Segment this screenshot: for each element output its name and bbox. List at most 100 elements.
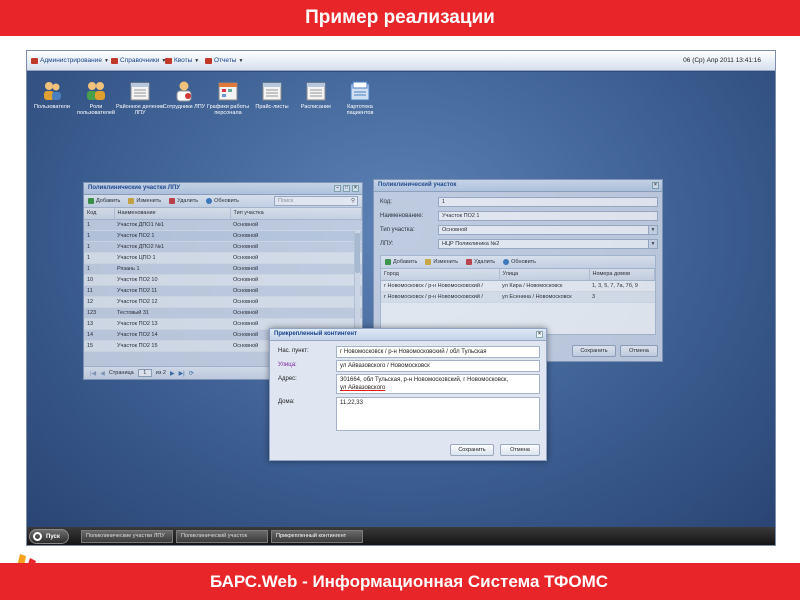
list-window-titlebar[interactable]: Поликлинические участки ЛПУ – □ × <box>84 183 362 195</box>
delete-button[interactable]: Удалить <box>169 198 198 204</box>
desktop-icon-timetable[interactable]: Расписание <box>291 80 341 110</box>
reload-icon[interactable]: ⟳ <box>189 370 194 377</box>
start-button[interactable]: Пуск <box>29 529 69 544</box>
type-value: Основной <box>442 227 468 233</box>
prev-page-icon[interactable]: ◀ <box>100 370 105 377</box>
column-header-name[interactable]: Наименование <box>114 208 231 220</box>
close-icon[interactable]: × <box>352 185 359 192</box>
desktop-icon-roles[interactable]: Роли пользователей <box>71 80 121 116</box>
type-combo[interactable]: Основной ▼ <box>438 225 658 235</box>
refresh-button-label: Обновить <box>511 259 537 265</box>
desktop-icon-label: Районное деление ЛПУ <box>116 104 164 116</box>
menu-quotas[interactable]: Квоты ▼ <box>165 57 199 64</box>
locality-field[interactable]: г Новомосковск / р-н Новомосковский / об… <box>336 346 540 358</box>
last-page-icon[interactable]: ▶| <box>179 370 185 377</box>
page-number-input[interactable]: 1 <box>137 369 152 377</box>
scrollbar-thumb[interactable] <box>355 233 360 273</box>
cell-street: ул Есенина / Новомосковск <box>499 291 589 303</box>
close-icon[interactable]: × <box>652 182 659 189</box>
menu-administration[interactable]: Администрирование ▼ <box>31 57 109 64</box>
desktop-icon-patient-cards[interactable]: Картотека пациентов <box>335 80 385 116</box>
delete-button[interactable]: Удалить <box>466 259 495 265</box>
cancel-button[interactable]: Отмена <box>500 444 540 456</box>
save-button[interactable]: Сохранить <box>572 345 616 357</box>
table-row[interactable]: 11 Участок ПО2 11 Основной <box>84 285 362 297</box>
address-field[interactable]: 301664, обл Тульская, р-н Новомосковский… <box>336 374 540 394</box>
dialog-titlebar[interactable]: Прикрепленный контингент × <box>270 329 546 341</box>
slide-title: Пример реализации <box>0 0 800 36</box>
table-row[interactable]: 1 Участок ЦПО 1 Основной <box>84 252 362 264</box>
refresh-button-label: Обновить <box>214 198 240 204</box>
list-toolbar: Добавить Изменить Удалить Обновить Поиск… <box>84 195 362 208</box>
cell-code: 12 <box>84 296 114 308</box>
add-button[interactable]: Добавить <box>385 259 417 265</box>
delete-button-label: Удалить <box>177 198 199 204</box>
column-header-type[interactable]: Тип участка <box>230 208 362 220</box>
menu-reports[interactable]: Отчеты ▼ <box>205 57 243 64</box>
chevron-down-icon[interactable]: ▼ <box>648 240 657 248</box>
delete-icon <box>466 259 473 265</box>
code-field[interactable]: 1 <box>438 197 658 207</box>
desktop-icon-district-division[interactable]: Районное деление ЛПУ <box>115 80 165 116</box>
column-header-houses[interactable]: Номера домов <box>589 269 655 281</box>
table-row[interactable]: 1 Рязань 1 Основной <box>84 263 362 275</box>
edit-button[interactable]: Изменить <box>128 198 161 204</box>
detail-window-titlebar[interactable]: Поликлинический участок × <box>374 180 662 192</box>
chevron-down-icon[interactable]: ▼ <box>648 226 657 234</box>
table-row[interactable]: г Новомосковск / р-н Новомосковский / ул … <box>381 291 655 303</box>
cell-type: Основной <box>230 219 362 231</box>
table-row[interactable]: 1 Участок ДПО1 №1 Основной <box>84 219 362 231</box>
table-row[interactable]: г Новомосковск / р-н Новомосковский / ул … <box>381 280 655 292</box>
cell-type: Основной <box>230 252 362 264</box>
houses-field[interactable]: 11,22,33 <box>336 397 540 431</box>
next-page-icon[interactable]: ▶ <box>170 370 175 377</box>
desktop-icon-label: Графики работы персонала <box>206 104 250 116</box>
card-index-icon <box>350 81 370 101</box>
table-row[interactable]: 12 Участок ПО2 12 Основной <box>84 296 362 308</box>
edit-button[interactable]: Изменить <box>425 259 458 265</box>
cell-name: Участок ПО2 12 <box>114 296 230 308</box>
column-header-city[interactable]: Город <box>381 269 500 281</box>
cell-city: г Новомосковск / р-н Новомосковский / <box>381 291 499 303</box>
book-icon <box>111 57 118 64</box>
desktop-icon-label: Сотрудники ЛПУ <box>162 104 206 110</box>
close-icon[interactable]: × <box>536 331 543 338</box>
streets-toolbar: Добавить Изменить Удалить Обновить <box>381 256 655 269</box>
cell-name: Участок ПО2 14 <box>114 329 230 341</box>
desktop-icon-label: Расписание <box>300 104 332 110</box>
minimize-icon[interactable]: – <box>334 185 341 192</box>
taskbar-item-list-window[interactable]: Поликлинические участки ЛПУ <box>81 530 173 543</box>
table-row[interactable]: 1 Участок ПО2 1 Основной <box>84 230 362 242</box>
street-field[interactable]: ул Айвазовского / Новомосковск <box>336 360 540 372</box>
street-label: Улица: <box>278 362 297 368</box>
cell-code: 1 <box>84 230 114 242</box>
cell-street: ул Кира / Новомосковск <box>499 280 589 292</box>
desktop-icon-label: Картотека пациентов <box>346 104 374 116</box>
add-button[interactable]: Добавить <box>88 198 120 204</box>
desktop-icon-users[interactable]: Пользователи <box>27 80 77 110</box>
search-input[interactable]: Поиск ⚲ <box>274 196 358 206</box>
refresh-button[interactable]: Обновить <box>503 259 536 265</box>
desktop-icon-price-lists[interactable]: Прайс-листы <box>247 80 297 110</box>
desktop-icon-staff-schedules[interactable]: Графики работы персонала <box>203 80 253 116</box>
column-header-street[interactable]: Улица <box>499 269 590 281</box>
maximize-icon[interactable]: □ <box>343 185 350 192</box>
taskbar-item-detail-window[interactable]: Поликлинический участок <box>176 530 268 543</box>
menu-references[interactable]: Справочники ▼ <box>111 57 166 64</box>
cell-name: Участок ДПО1 №1 <box>114 219 230 231</box>
cell-name: Участок ПО2 1 <box>114 230 230 242</box>
desktop-icon-staff[interactable]: Сотрудники ЛПУ <box>159 80 209 110</box>
first-page-icon[interactable]: |◀ <box>90 370 96 377</box>
table-row[interactable]: 10 Участок ПО2 10 Основной <box>84 274 362 286</box>
table-row[interactable]: 1 Участок ДПО2 №1 Основной <box>84 241 362 253</box>
column-header-code[interactable]: Код <box>84 208 115 220</box>
refresh-button[interactable]: Обновить <box>206 198 239 204</box>
menu-label: Администрирование <box>40 57 102 64</box>
taskbar-item-dialog[interactable]: Прикрепленный контингент <box>271 530 363 543</box>
save-button[interactable]: Сохранить <box>450 444 494 456</box>
table-row[interactable]: 123 Тестовый 31 Основной <box>84 307 362 319</box>
name-field[interactable]: Участок ПО2 1 <box>438 211 658 221</box>
cancel-button[interactable]: Отмена <box>620 345 658 357</box>
lpu-combo[interactable]: НЦР Поликлиника №2 ▼ <box>438 239 658 249</box>
cell-code: 1 <box>84 219 114 231</box>
